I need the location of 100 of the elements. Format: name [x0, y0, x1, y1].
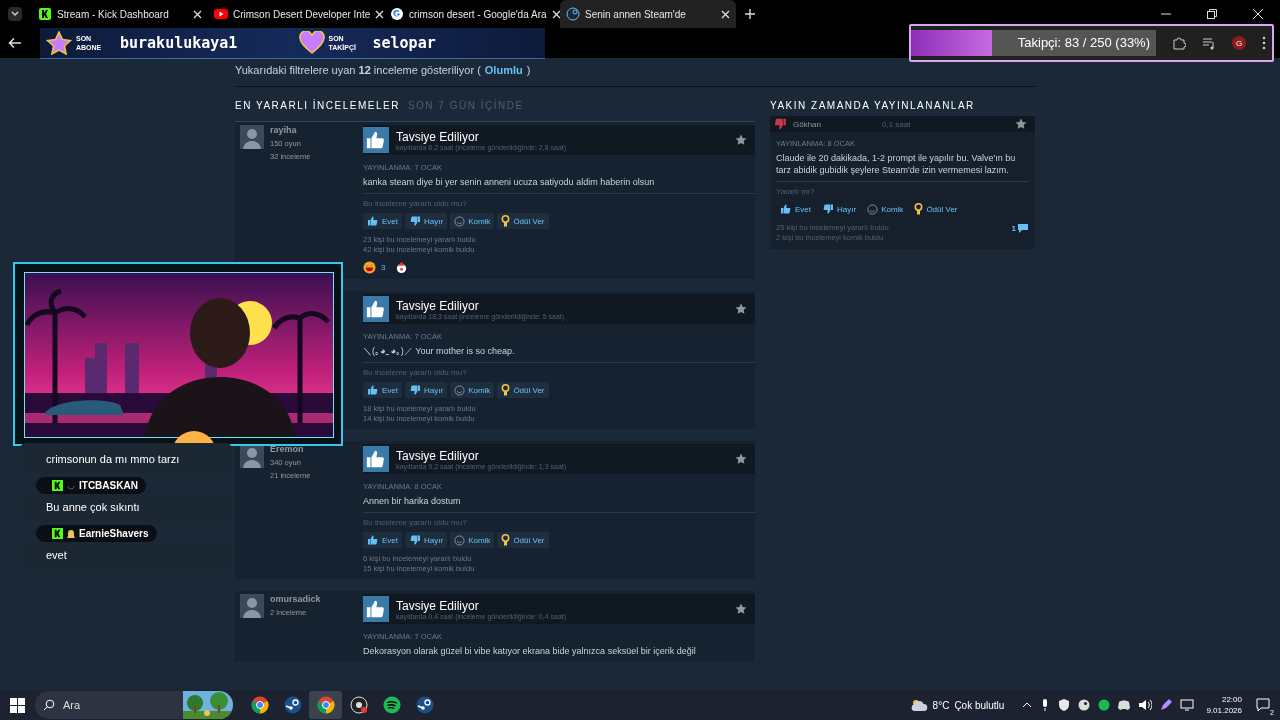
thumbs-up-icon	[367, 534, 379, 546]
star-icon[interactable]	[735, 134, 747, 146]
award-icon	[501, 534, 511, 546]
chrome-logo-icon	[250, 696, 269, 714]
browser-tab[interactable]: Crimson Desert Developer Inte	[208, 0, 384, 28]
author-name[interactable]: Gökhan	[793, 119, 877, 129]
section-title: YAKIN ZAMANDA YAYINLANANLAR	[770, 100, 976, 113]
shield-icon[interactable]	[1058, 699, 1071, 711]
vote-button[interactable]: Hayır	[405, 532, 448, 548]
vote-button[interactable]: Komik	[450, 532, 495, 548]
profile-avatar[interactable]: G	[1232, 36, 1246, 50]
laughing-face-icon	[363, 261, 376, 274]
cloud-icon	[909, 698, 928, 712]
award-icon	[501, 215, 511, 227]
avatar[interactable]	[240, 594, 264, 618]
vote-button[interactable]: Hayır	[818, 201, 861, 217]
record-icon	[349, 696, 368, 714]
alert-username: selopar	[372, 33, 436, 52]
close-icon[interactable]	[551, 9, 561, 19]
vote-button[interactable]: Evet	[363, 382, 402, 398]
taskbar-app[interactable]	[309, 691, 342, 719]
review-text: Dekorasyon olarak güzel bi vibe katıyor ekrana bide yalnızca seksüel bir içerik değil	[363, 645, 697, 657]
avatar[interactable]	[240, 125, 264, 149]
media-controls-icon[interactable]	[1202, 36, 1216, 50]
steam-logo-icon[interactable]	[1078, 699, 1091, 711]
puzzle-icon[interactable]	[1172, 36, 1186, 50]
chrome-logo-icon	[316, 696, 335, 714]
author-name[interactable]: omursadick	[270, 594, 321, 604]
vote-button[interactable]: Ödül Ver	[497, 532, 549, 548]
comment-count[interactable]: 1	[1011, 223, 1029, 234]
award-icon	[914, 203, 924, 215]
vote-button[interactable]: Evet	[776, 201, 815, 217]
vote-button[interactable]: Komik	[863, 201, 908, 217]
vote-button[interactable]: Hayır	[405, 213, 448, 229]
spotify-logo-icon	[382, 696, 401, 714]
thumbs-down-icon	[409, 215, 421, 227]
review-text: Annen bir harika dostum	[363, 495, 462, 507]
author-name[interactable]: rayiha	[270, 125, 311, 135]
browser-tab[interactable]: Senin annen Steam'de	[560, 0, 736, 28]
goal-text: Takipçi: 83 / 250 (33%)	[1017, 35, 1150, 50]
menu-icon[interactable]	[1262, 36, 1266, 50]
vote-button[interactable]: Evet	[363, 532, 402, 548]
new-tab-icon[interactable]	[744, 8, 756, 20]
star-icon[interactable]	[735, 453, 747, 465]
vote-button[interactable]: Ödül Ver	[910, 201, 962, 217]
notification-icon	[1256, 698, 1270, 712]
weather-text[interactable]: Çok bulutlu	[954, 699, 1005, 711]
vote-button[interactable]: Hayır	[405, 382, 448, 398]
g-logo-icon	[390, 7, 404, 21]
chat-message: Bu anne çok sıkıntı	[46, 501, 140, 513]
steam-logo-icon	[283, 696, 302, 714]
chevron-down-icon	[10, 9, 20, 19]
filter-link[interactable]: Olumlu	[484, 64, 523, 86]
close-icon[interactable]	[1252, 8, 1264, 20]
vote-button[interactable]: Evet	[363, 213, 402, 229]
play-logo-icon	[214, 7, 228, 21]
taskbar-clock[interactable]: 22:00 9.01.2026	[1206, 694, 1242, 716]
weather-temperature[interactable]: 8°C	[932, 699, 950, 711]
steam-logo-icon	[415, 696, 434, 714]
restore-icon[interactable]	[1206, 8, 1218, 20]
close-icon[interactable]	[193, 9, 202, 19]
avatar[interactable]	[240, 444, 264, 468]
chat-username: ITCBASKAN	[36, 477, 146, 494]
thumbs-up-icon	[780, 203, 792, 215]
vote-button[interactable]: Komik	[450, 213, 495, 229]
back-icon[interactable]	[8, 36, 22, 50]
pen-icon[interactable]	[1160, 699, 1173, 711]
tab-list-button[interactable]	[8, 7, 22, 21]
vote-button[interactable]: Ödül Ver	[497, 382, 549, 398]
star-icon[interactable]	[735, 603, 747, 615]
taskbar-search-field[interactable]: Ara	[35, 691, 233, 719]
star-icon[interactable]	[735, 303, 747, 315]
monitor-icon[interactable]	[1180, 699, 1195, 711]
vote-button[interactable]: Komik	[450, 382, 495, 398]
clown-icon	[395, 261, 409, 274]
thumbs-up-icon	[367, 384, 379, 396]
volume-icon[interactable]	[1138, 699, 1153, 711]
chevron-up-icon[interactable]	[1022, 700, 1033, 710]
verdict-title: Tavsiye Ediliyor	[396, 448, 479, 463]
browser-tab[interactable]: crimson desert - Google'da Ara	[384, 0, 560, 28]
chat-message: evet	[46, 549, 67, 561]
heart-icon	[298, 30, 325, 55]
thumbs-down-icon	[409, 534, 421, 546]
speech-bubble-icon	[1017, 223, 1029, 234]
thumbs-down-icon	[822, 203, 834, 215]
award-icon	[501, 384, 511, 396]
vote-button[interactable]: Ödül Ver	[497, 213, 549, 229]
windows-logo-icon[interactable]	[10, 697, 25, 713]
browser-tab[interactable]: Stream - Kick Dashboard	[32, 0, 208, 28]
thumbs-up-icon	[367, 215, 379, 227]
author-name[interactable]: Eremon	[270, 444, 311, 454]
spotify-logo-icon[interactable]	[1098, 699, 1111, 711]
star-icon[interactable]	[1015, 118, 1027, 130]
verdict-title: Tavsiye Ediliyor	[396, 598, 479, 613]
review-text: kanka steam diye bi yer senin anneni ucuza satiyodu aldim haberin olsun	[363, 176, 656, 188]
close-icon[interactable]	[721, 9, 730, 19]
close-icon[interactable]	[375, 9, 385, 19]
k-logo-icon	[52, 528, 63, 539]
review-text: Claude ile 20 dakikada, 1-2 prompt ile yapılır bu. Valve'ın bu tarz abidik gubidik şeylere Steam'de izin vermemesi lazım.	[776, 152, 1017, 176]
filter-summary: Yukarıdaki filtrelere uyan 12 inceleme gösteriliyor (	[235, 64, 481, 78]
